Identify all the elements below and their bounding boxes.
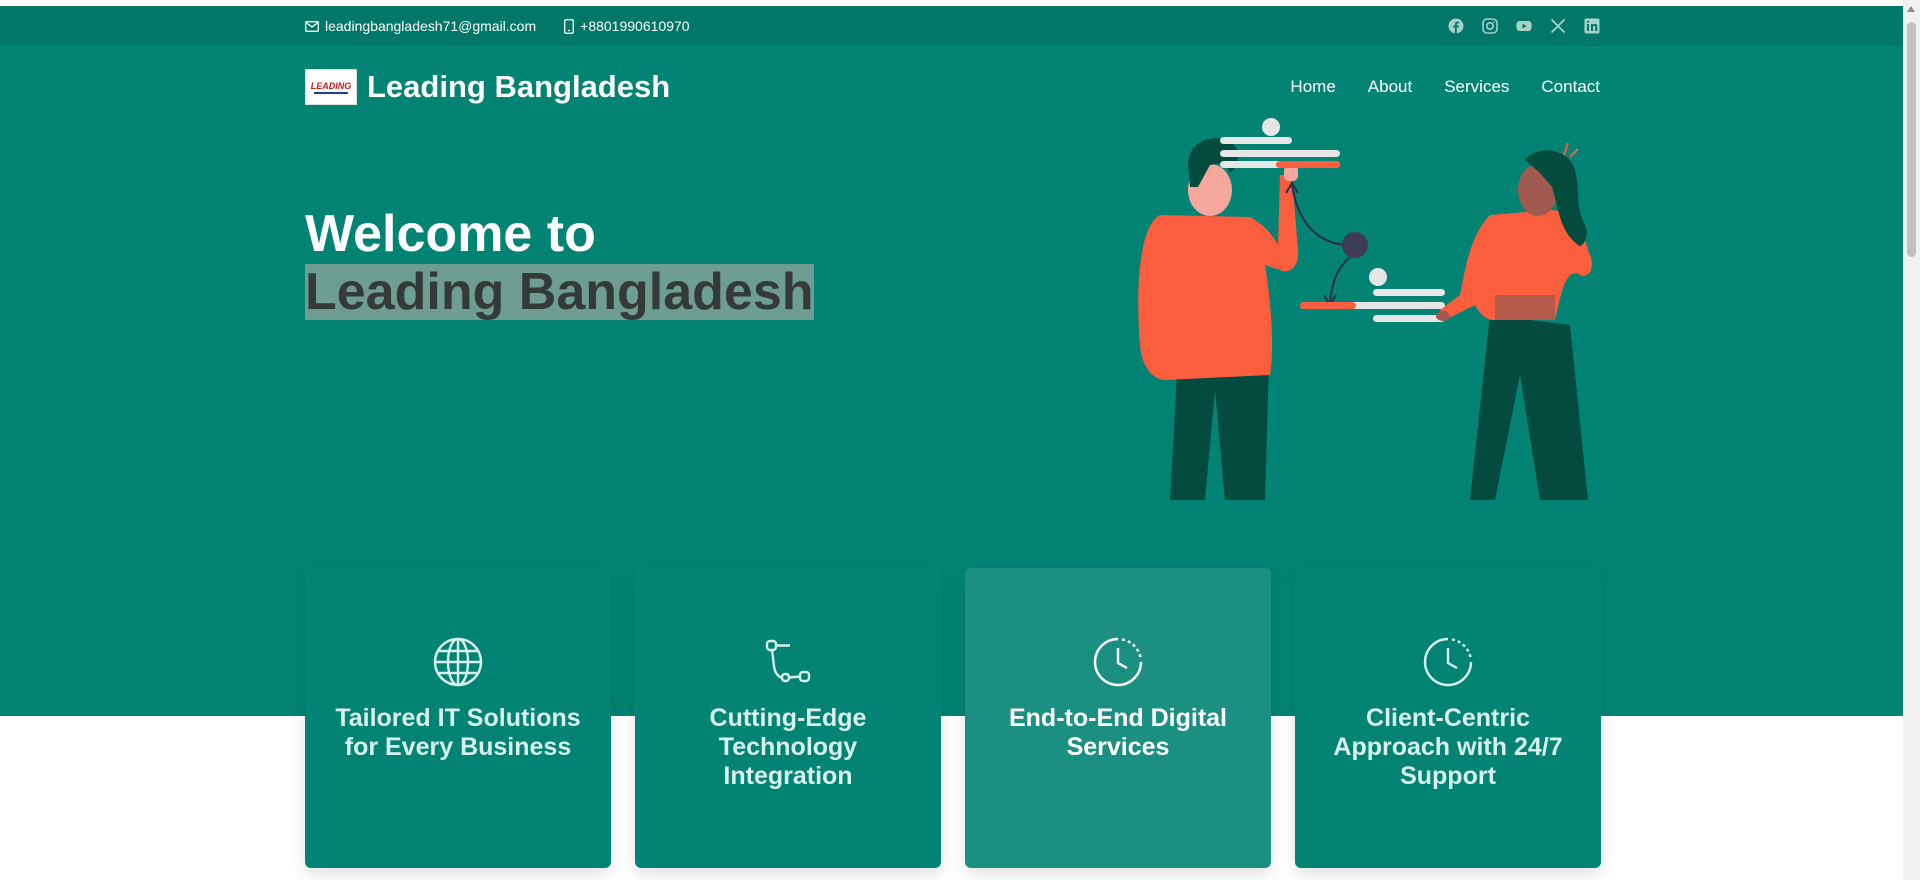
feature-title: Cutting-Edge Technology Integration bbox=[709, 704, 867, 790]
hero-heading-line1: Welcome to bbox=[305, 205, 596, 263]
hero-illustration bbox=[1138, 118, 1592, 500]
envelope-icon bbox=[305, 20, 319, 32]
nav-menu: Home About Services Contact bbox=[1290, 77, 1600, 97]
phone-text: +8801990610970 bbox=[580, 18, 690, 34]
page-scrollbar[interactable] bbox=[1903, 0, 1920, 880]
clock-icon bbox=[1093, 637, 1143, 687]
feature-card-support[interactable]: Client-Centric Approach with 24/7 Suppor… bbox=[1295, 568, 1601, 868]
feature-card-it-solutions[interactable]: Tailored IT Solutions for Every Business bbox=[305, 568, 611, 868]
phone-contact[interactable]: +8801990610970 bbox=[564, 18, 690, 34]
feature-title: Tailored IT Solutions for Every Business bbox=[335, 704, 581, 761]
nav-about[interactable]: About bbox=[1368, 77, 1412, 97]
bezier-icon bbox=[765, 639, 811, 683]
phone-icon bbox=[564, 18, 575, 34]
facebook-icon[interactable] bbox=[1448, 18, 1464, 34]
linkedin-icon[interactable] bbox=[1584, 18, 1600, 34]
youtube-icon[interactable] bbox=[1516, 18, 1532, 34]
clock-icon bbox=[1423, 637, 1473, 687]
nav-home[interactable]: Home bbox=[1290, 77, 1335, 97]
instagram-icon[interactable] bbox=[1482, 18, 1498, 34]
scrollbar-thumb[interactable] bbox=[1907, 22, 1916, 257]
feature-title: Client-Centric Approach with 24/7 Suppor… bbox=[1333, 704, 1563, 790]
brand-name[interactable]: Leading Bangladesh bbox=[367, 69, 670, 105]
email-contact[interactable]: leadingbangladesh71@gmail.com bbox=[305, 18, 536, 34]
feature-title: End-to-End Digital Services bbox=[1008, 704, 1228, 761]
feature-cards: Tailored IT Solutions for Every Business… bbox=[305, 568, 1601, 868]
top-bar: leadingbangladesh71@gmail.com +880199061… bbox=[0, 6, 1903, 46]
scroll-up-arrow-icon[interactable] bbox=[1907, 6, 1915, 12]
svg-text:LEADING: LEADING bbox=[311, 81, 352, 91]
globe-icon bbox=[433, 637, 483, 687]
feature-card-technology[interactable]: Cutting-Edge Technology Integration bbox=[635, 568, 941, 868]
feature-card-digital-services[interactable]: End-to-End Digital Services bbox=[965, 568, 1271, 868]
top-bar-inner: leadingbangladesh71@gmail.com +880199061… bbox=[305, 6, 1600, 46]
x-icon[interactable] bbox=[1550, 18, 1566, 34]
hero-heading-line2: Leading Bangladesh bbox=[305, 263, 814, 321]
logo-image: LEADING bbox=[311, 81, 352, 94]
social-links bbox=[1448, 18, 1600, 34]
logo[interactable]: LEADING bbox=[305, 69, 357, 105]
nav-contact[interactable]: Contact bbox=[1541, 77, 1600, 97]
email-text: leadingbangladesh71@gmail.com bbox=[325, 18, 537, 34]
nav-services[interactable]: Services bbox=[1444, 77, 1509, 97]
